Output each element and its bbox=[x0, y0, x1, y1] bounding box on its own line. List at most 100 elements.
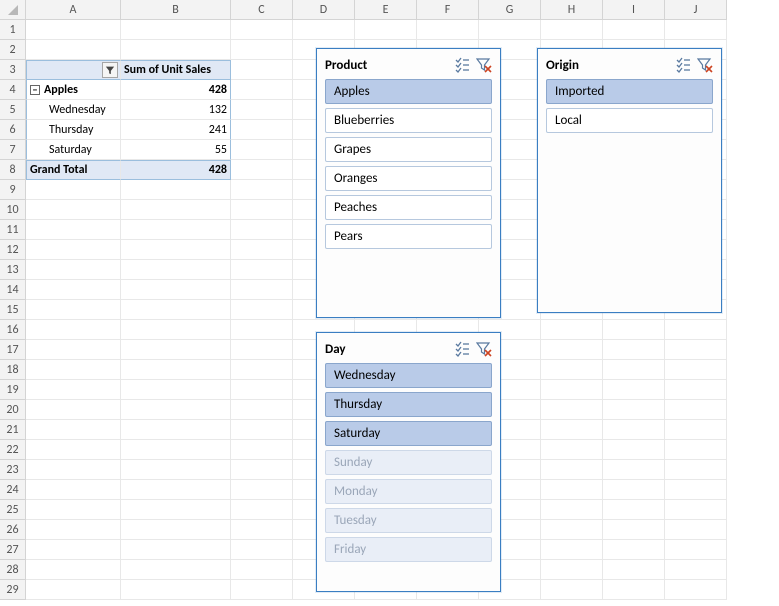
multi-select-icon[interactable] bbox=[454, 57, 470, 73]
cell[interactable] bbox=[603, 340, 665, 360]
row-header[interactable]: 23 bbox=[0, 460, 26, 480]
row-header[interactable]: 28 bbox=[0, 560, 26, 580]
row-label-filter-icon[interactable] bbox=[102, 62, 118, 78]
cell[interactable] bbox=[541, 440, 603, 460]
slicer-item[interactable]: Wednesday bbox=[325, 363, 492, 388]
slicer-item[interactable]: Saturday bbox=[325, 421, 492, 446]
cell[interactable] bbox=[121, 320, 231, 340]
cell[interactable] bbox=[231, 420, 293, 440]
row-header[interactable]: 7 bbox=[0, 140, 26, 160]
cell[interactable]: −Apples bbox=[26, 80, 121, 100]
cell[interactable] bbox=[121, 260, 231, 280]
cell[interactable] bbox=[603, 420, 665, 440]
column-header[interactable]: E bbox=[355, 0, 417, 20]
cell[interactable] bbox=[26, 380, 121, 400]
cell[interactable] bbox=[665, 420, 727, 440]
cell[interactable] bbox=[231, 560, 293, 580]
slicer-item[interactable]: Sunday bbox=[325, 450, 492, 475]
clear-filter-icon[interactable] bbox=[697, 57, 713, 73]
row-header[interactable]: 25 bbox=[0, 500, 26, 520]
cell[interactable] bbox=[603, 580, 665, 600]
slicer-item[interactable]: Imported bbox=[546, 79, 713, 104]
cell[interactable] bbox=[121, 500, 231, 520]
row-header[interactable]: 27 bbox=[0, 540, 26, 560]
cell[interactable] bbox=[231, 280, 293, 300]
row-header[interactable]: 2 bbox=[0, 40, 26, 60]
cell[interactable] bbox=[541, 400, 603, 420]
row-header[interactable]: 29 bbox=[0, 580, 26, 600]
cell[interactable] bbox=[26, 400, 121, 420]
cell[interactable] bbox=[231, 80, 293, 100]
slicer-item[interactable]: Peaches bbox=[325, 195, 492, 220]
cell[interactable] bbox=[541, 420, 603, 440]
cell[interactable] bbox=[26, 360, 121, 380]
clear-filter-icon[interactable] bbox=[476, 57, 492, 73]
cell[interactable] bbox=[603, 320, 665, 340]
pivot-grand-total-value[interactable]: 428 bbox=[121, 160, 231, 180]
cell[interactable] bbox=[26, 500, 121, 520]
cell[interactable] bbox=[665, 380, 727, 400]
slicer-product[interactable]: Product ApplesBlueberriesGrapesOrangesPe… bbox=[316, 48, 501, 318]
clear-filter-icon[interactable] bbox=[476, 341, 492, 357]
cell[interactable] bbox=[603, 480, 665, 500]
row-header[interactable]: 12 bbox=[0, 240, 26, 260]
cell[interactable] bbox=[26, 320, 121, 340]
slicer-item[interactable]: Grapes bbox=[325, 137, 492, 162]
column-header[interactable]: B bbox=[121, 0, 231, 20]
cell[interactable] bbox=[26, 340, 121, 360]
cell[interactable] bbox=[541, 20, 603, 40]
cell[interactable] bbox=[231, 540, 293, 560]
cell[interactable] bbox=[26, 60, 121, 80]
slicer-day[interactable]: Day WednesdayThursdaySaturdaySundayMonda… bbox=[316, 332, 501, 592]
multi-select-icon[interactable] bbox=[454, 341, 470, 357]
pivot-detail-value[interactable]: 55 bbox=[121, 140, 231, 160]
cell[interactable] bbox=[479, 20, 541, 40]
pivot-detail-label[interactable]: Thursday bbox=[26, 120, 121, 140]
cell[interactable] bbox=[121, 240, 231, 260]
cell[interactable] bbox=[665, 560, 727, 580]
row-header[interactable]: 3 bbox=[0, 60, 26, 80]
cell[interactable] bbox=[231, 480, 293, 500]
pivot-detail-value[interactable]: 132 bbox=[121, 100, 231, 120]
pivot-detail-label[interactable]: Wednesday bbox=[26, 100, 121, 120]
cell[interactable] bbox=[541, 580, 603, 600]
row-header[interactable]: 18 bbox=[0, 360, 26, 380]
cell[interactable] bbox=[231, 300, 293, 320]
column-header[interactable]: G bbox=[479, 0, 541, 20]
slicer-item[interactable]: Pears bbox=[325, 224, 492, 249]
row-header[interactable]: 20 bbox=[0, 400, 26, 420]
cell[interactable] bbox=[26, 480, 121, 500]
cell[interactable] bbox=[603, 540, 665, 560]
cell[interactable] bbox=[231, 400, 293, 420]
cell[interactable] bbox=[121, 420, 231, 440]
cell[interactable] bbox=[231, 340, 293, 360]
cell[interactable] bbox=[665, 20, 727, 40]
cell[interactable] bbox=[665, 480, 727, 500]
slicer-item[interactable]: Local bbox=[546, 108, 713, 133]
cell[interactable] bbox=[231, 380, 293, 400]
cell[interactable] bbox=[603, 380, 665, 400]
cell[interactable] bbox=[121, 380, 231, 400]
cell[interactable] bbox=[121, 480, 231, 500]
cell[interactable] bbox=[26, 260, 121, 280]
slicer-item[interactable]: Friday bbox=[325, 537, 492, 562]
column-header[interactable]: H bbox=[541, 0, 603, 20]
cell[interactable] bbox=[231, 460, 293, 480]
column-header[interactable]: F bbox=[417, 0, 479, 20]
cell[interactable] bbox=[121, 360, 231, 380]
cell[interactable] bbox=[417, 20, 479, 40]
pivot-value-field-header[interactable]: Sum of Unit Sales bbox=[121, 60, 231, 80]
pivot-grand-total-label[interactable]: Grand Total bbox=[26, 160, 121, 180]
pivot-detail-label[interactable]: Saturday bbox=[26, 140, 121, 160]
cell[interactable] bbox=[26, 220, 121, 240]
row-header[interactable]: 1 bbox=[0, 20, 26, 40]
slicer-item[interactable]: Blueberries bbox=[325, 108, 492, 133]
cell[interactable] bbox=[121, 40, 231, 60]
slicer-item[interactable]: Tuesday bbox=[325, 508, 492, 533]
slicer-item[interactable]: Thursday bbox=[325, 392, 492, 417]
cell[interactable] bbox=[231, 500, 293, 520]
cell[interactable] bbox=[26, 460, 121, 480]
row-header[interactable]: 9 bbox=[0, 180, 26, 200]
cell[interactable] bbox=[665, 500, 727, 520]
pivot-group-total[interactable]: 428 bbox=[121, 80, 231, 100]
